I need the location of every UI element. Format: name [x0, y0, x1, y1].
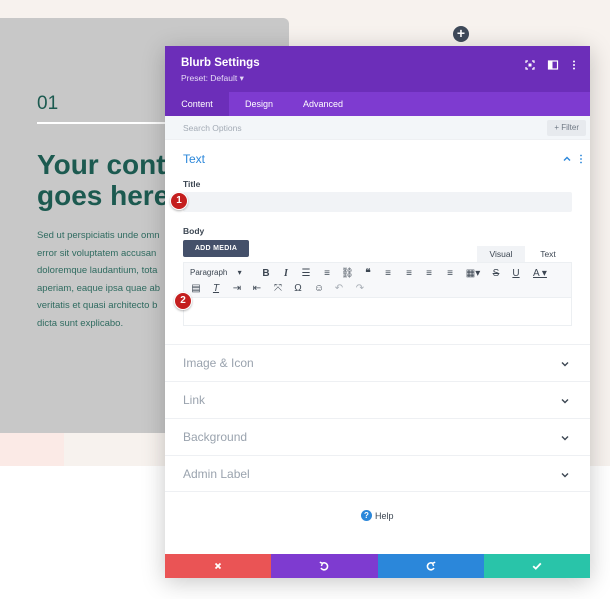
page-section-accent — [0, 433, 64, 466]
table-icon[interactable]: ▦▾ — [464, 268, 482, 280]
strikethrough-icon[interactable]: S — [490, 268, 502, 280]
editor-toolbar: Paragraph ▾ B I ☰ ≡ ⛓ ❝ ≡ ≡ ≡ ≡ ▦▾ S U A… — [183, 262, 572, 298]
underline-icon[interactable]: U — [510, 268, 522, 280]
fullscreen-icon[interactable] — [524, 58, 536, 70]
chevron-down-icon — [561, 399, 569, 404]
emoji-icon[interactable]: ☺ — [313, 283, 325, 295]
editor-tab-visual[interactable]: Visual — [477, 246, 525, 262]
undo-icon[interactable]: ↶ — [333, 283, 345, 295]
more-options-icon[interactable] — [568, 58, 580, 70]
paste-icon[interactable]: ▤ — [190, 283, 202, 295]
outdent-icon[interactable]: ⇤ — [251, 283, 263, 295]
search-options-bar[interactable]: Search Options + Filter — [165, 116, 590, 140]
chevron-down-icon — [561, 473, 569, 478]
step-badge-2: 2 — [174, 292, 192, 310]
modal-header: Blurb Settings Preset: Default ▾ — [165, 46, 590, 92]
title-field-label: Title — [183, 179, 201, 189]
section-title-background: Background — [183, 430, 248, 444]
body-editor[interactable] — [183, 298, 572, 326]
special-character-icon[interactable]: Ω — [292, 283, 304, 295]
section-link[interactable]: Link — [165, 381, 590, 418]
preset-selector[interactable]: Preset: Default ▾ — [181, 73, 244, 84]
align-center-icon[interactable]: ≡ — [403, 268, 415, 280]
chevron-down-icon — [561, 436, 569, 441]
title-input[interactable] — [183, 192, 572, 212]
bullet-list-icon[interactable]: ☰ — [300, 268, 312, 280]
format-select[interactable]: Paragraph ▾ — [190, 268, 242, 277]
text-color-icon[interactable]: A ▾ — [530, 268, 550, 280]
modal-tabs: Content Design Advanced — [165, 92, 590, 116]
add-module-button[interactable]: + — [453, 26, 469, 42]
bold-icon[interactable]: B — [260, 268, 272, 280]
split-view-icon[interactable] — [547, 58, 559, 70]
numbered-list-icon[interactable]: ≡ — [321, 268, 333, 280]
modal-footer — [165, 554, 590, 578]
add-media-button[interactable]: ADD MEDIA — [183, 240, 249, 257]
redo-button[interactable] — [377, 554, 484, 578]
section-background[interactable]: Background — [165, 418, 590, 455]
chevron-down-icon — [561, 362, 569, 367]
section-title-image-icon: Image & Icon — [183, 356, 254, 370]
clear-format-icon[interactable]: T — [210, 283, 222, 295]
checkmark-icon — [532, 562, 542, 570]
cancel-button[interactable] — [165, 554, 272, 578]
tab-advanced[interactable]: Advanced — [303, 92, 343, 116]
redo-icon[interactable]: ↷ — [354, 283, 366, 295]
align-left-icon[interactable]: ≡ — [382, 268, 394, 280]
tab-design[interactable]: Design — [245, 92, 273, 116]
save-button[interactable] — [483, 554, 590, 578]
italic-icon[interactable]: I — [280, 268, 292, 280]
close-icon — [214, 562, 222, 570]
format-select-value: Paragraph — [190, 268, 228, 277]
section-title-link: Link — [183, 393, 206, 407]
step-badge-1: 1 — [170, 192, 188, 210]
card-number: 01 — [37, 93, 59, 114]
undo-button[interactable] — [271, 554, 378, 578]
align-right-icon[interactable]: ≡ — [423, 268, 435, 280]
help-icon[interactable]: ? — [361, 510, 372, 521]
blurb-settings-modal: Blurb Settings Preset: Default ▾ Content… — [165, 46, 590, 578]
section-image-icon[interactable]: Image & Icon — [165, 344, 590, 381]
align-justify-icon[interactable]: ≡ — [444, 268, 456, 280]
fullscreen-editor-icon[interactable]: ⤧ — [272, 283, 284, 295]
section-title-admin-label: Admin Label — [183, 467, 250, 481]
undo-arrow-icon — [319, 561, 329, 571]
blockquote-icon[interactable]: ❝ — [362, 268, 374, 280]
help-link[interactable]: Help — [375, 511, 394, 521]
indent-icon[interactable]: ⇥ — [231, 283, 243, 295]
modal-title: Blurb Settings — [181, 57, 260, 69]
section-menu-icon[interactable] — [578, 154, 584, 164]
search-input[interactable]: Search Options — [183, 123, 242, 133]
editor-tab-text[interactable]: Text — [525, 246, 571, 262]
section-admin-label[interactable]: Admin Label — [165, 455, 590, 492]
link-icon[interactable]: ⛓ — [341, 268, 354, 280]
redo-arrow-icon — [426, 561, 436, 571]
body-field-label: Body — [183, 226, 205, 236]
section-title-text[interactable]: Text — [183, 152, 205, 166]
filter-button[interactable]: + Filter — [547, 120, 586, 136]
chevron-up-icon[interactable] — [562, 154, 572, 164]
tab-content[interactable]: Content — [165, 92, 229, 116]
